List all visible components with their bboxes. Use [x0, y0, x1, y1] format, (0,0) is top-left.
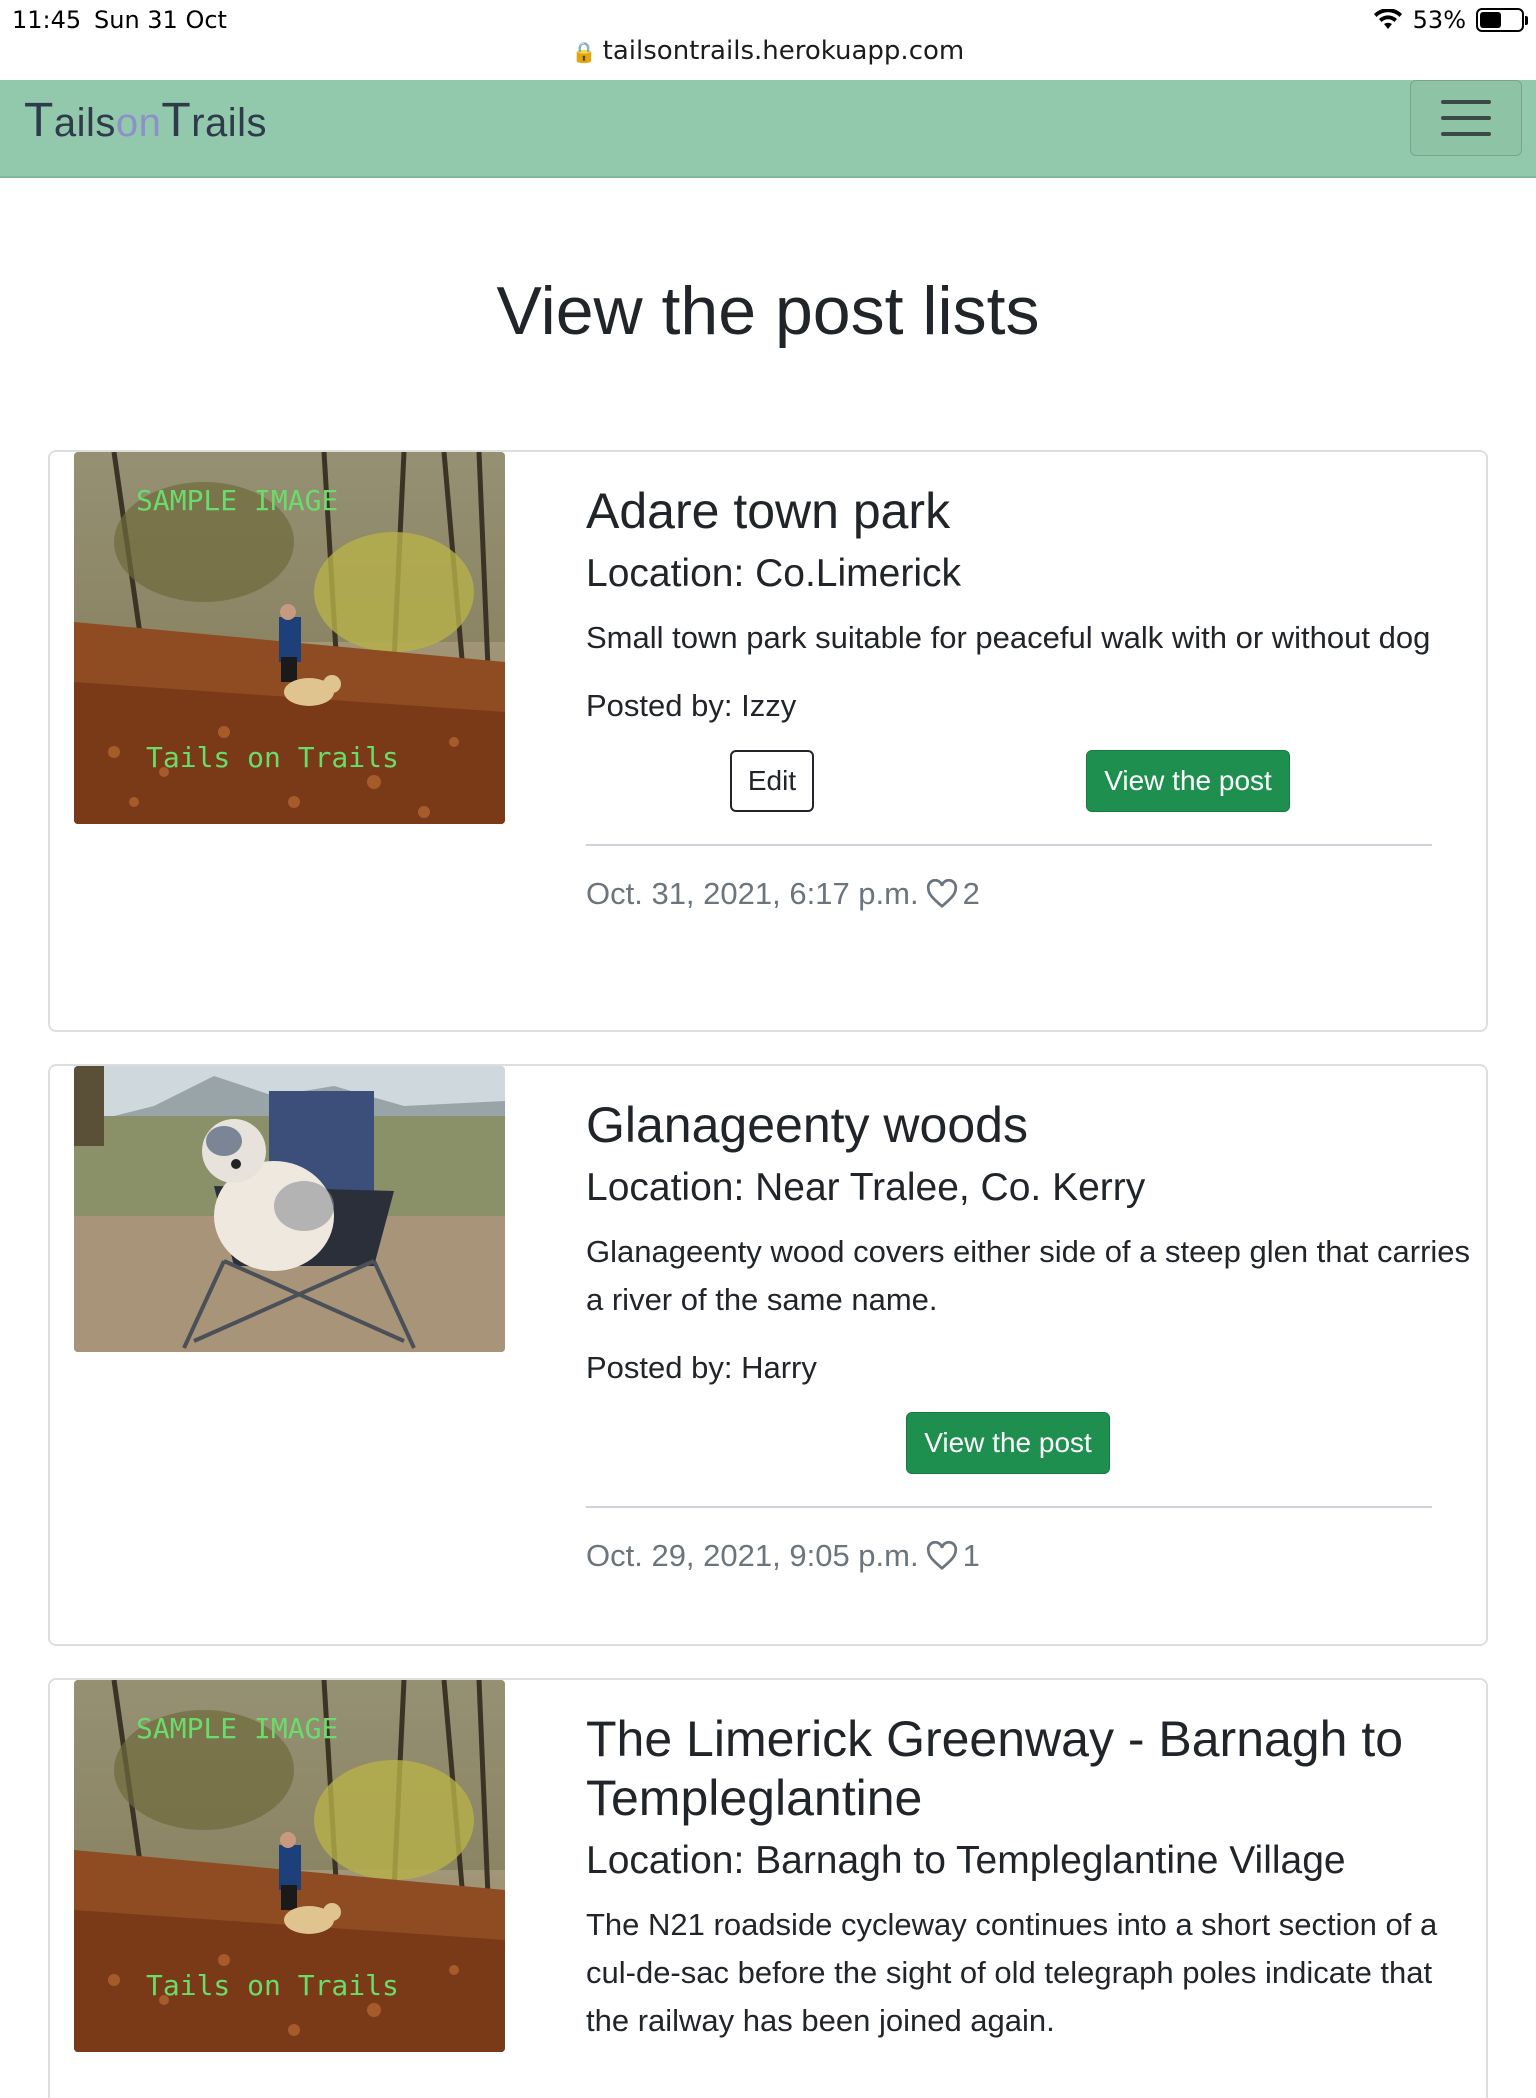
post-location: Location: Co.Limerick [586, 552, 961, 595]
post-card: SAMPLE IMAGE Tails on Trails The Limeric… [48, 1678, 1488, 2098]
address-bar[interactable]: 🔒 tailsontrails.herokuapp.com [0, 36, 1536, 66]
brand-logo[interactable]: TailsonTrails [24, 90, 267, 152]
edit-button[interactable]: Edit [730, 749, 814, 812]
post-description: Small town park suitable for peaceful wa… [586, 619, 1431, 655]
hamburger-line [1441, 132, 1491, 136]
like-count: 1 [962, 1537, 980, 1573]
post-title: The Limerick Greenway - Barnagh to Templ… [586, 1711, 1404, 1826]
brand-on: on [115, 101, 162, 145]
post-card: SAMPLE IMAGE Tails on Trails Adare town … [48, 450, 1488, 1032]
post-title: Adare town park [586, 483, 951, 539]
divider [586, 1505, 1432, 1508]
image-watermark-bottom: Tails on Trails [146, 1969, 399, 2002]
wifi-icon [1373, 9, 1402, 29]
lock-icon: 🔒 [571, 40, 597, 64]
navbar: TailsonTrails [0, 80, 1536, 178]
image-watermark-bottom: Tails on Trails [146, 741, 399, 774]
brand-text: ails [53, 101, 116, 145]
post-location: Location: Near Tralee, Co. Kerry [586, 1166, 1146, 1209]
image-watermark-top: SAMPLE IMAGE [136, 484, 338, 517]
view-post-button[interactable]: View the post [1086, 749, 1290, 812]
post-body: The Limerick Greenway - Barnagh to Templ… [586, 1710, 1482, 2045]
post-author: Posted by: Izzy [586, 687, 797, 723]
post-location: Location: Barnagh to Templeglantine Vill… [586, 1839, 1346, 1882]
hamburger-line [1441, 116, 1491, 120]
url-text: tailsontrails.herokuapp.com [602, 36, 965, 66]
post-body: Glanageenty woods Location: Near Tralee,… [586, 1096, 1482, 1574]
brand-letter: T [161, 94, 192, 147]
view-post-button[interactable]: View the post [906, 1411, 1110, 1474]
image-watermark-top: SAMPLE IMAGE [136, 1712, 338, 1745]
post-image: SAMPLE IMAGE Tails on Trails [74, 1680, 505, 2052]
post-author: Posted by: Harry [586, 1349, 817, 1385]
post-date: Oct. 29, 2021, 9:05 p.m. [586, 1537, 919, 1573]
status-bar: 11:45 Sun 31 Oct 🔒 tailsontrails.herokuap… [0, 0, 1536, 80]
battery-icon [1476, 8, 1528, 32]
page-title: View the post lists [496, 273, 1040, 349]
divider [586, 843, 1432, 846]
brand-letter: T [24, 94, 54, 147]
hamburger-line [1441, 100, 1491, 104]
battery-percent: 53% [1412, 6, 1466, 34]
post-description: Glanageenty wood covers either side of a… [586, 1233, 1471, 1317]
post-image [74, 1066, 505, 1352]
heart-icon[interactable] [925, 1540, 959, 1571]
post-description: The N21 roadside cycleway continues into… [586, 1906, 1438, 2038]
post-body: Adare town park Location: Co.Limerick Sm… [586, 482, 1482, 912]
menu-toggle-button[interactable] [1410, 80, 1522, 156]
status-time: 11:45 [12, 6, 82, 34]
brand-text: rails [191, 101, 268, 145]
post-image: SAMPLE IMAGE Tails on Trails [74, 452, 505, 824]
post-card: Glanageenty woods Location: Near Tralee,… [48, 1064, 1488, 1646]
status-date: Sun 31 Oct [94, 6, 227, 34]
heart-icon[interactable] [925, 878, 959, 909]
like-count: 2 [962, 875, 980, 911]
post-title: Glanageenty woods [586, 1097, 1028, 1153]
post-date: Oct. 31, 2021, 6:17 p.m. [586, 875, 919, 911]
